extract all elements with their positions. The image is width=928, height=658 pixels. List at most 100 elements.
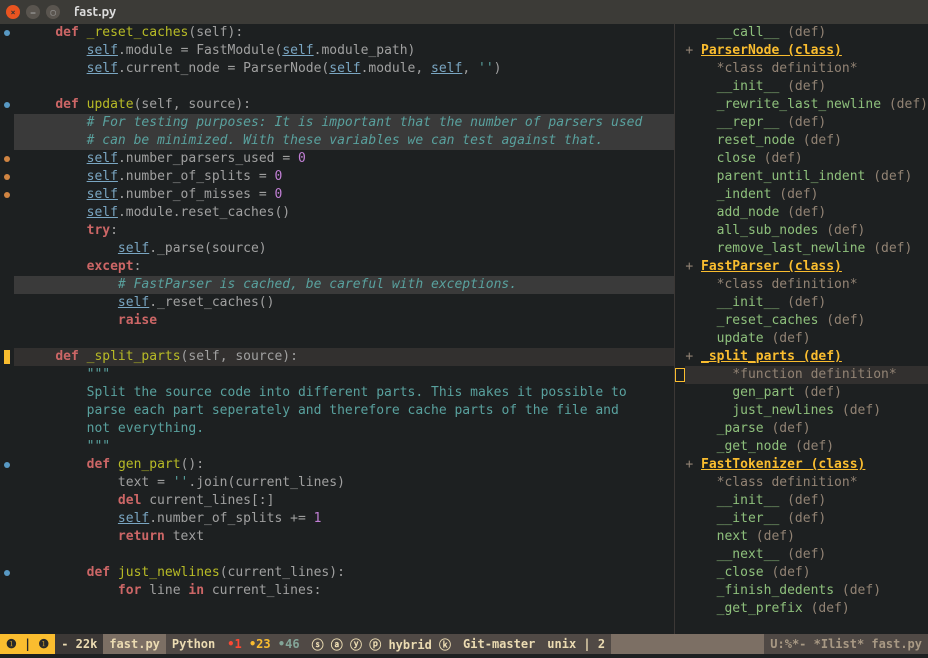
outline-gutter-mark [675,204,685,222]
outline-item[interactable]: close (def) [685,150,928,168]
code-line[interactable]: def update(self, source): [14,96,674,114]
outline-item[interactable]: _get_prefix (def) [685,600,928,618]
outline-header[interactable]: + _split_parts (def) [685,348,928,366]
code-line[interactable]: self.current_node = ParserNode(self.modu… [14,60,674,78]
code-line[interactable]: """ [14,438,674,456]
outline-item[interactable]: all_sub_nodes (def) [685,222,928,240]
minibuffer[interactable] [0,654,928,658]
code-line[interactable]: Split the source code into different par… [14,384,674,402]
gutter-mark [0,348,14,366]
gutter-mark [0,564,14,582]
outline-item[interactable]: __init__ (def) [685,294,928,312]
gutter-mark [0,42,14,60]
status-warnings[interactable]: ❶ | ❶ [0,634,55,654]
outline-item[interactable]: __init__ (def) [685,492,928,510]
outline-gutter-mark [675,528,685,546]
code-line[interactable]: def _reset_caches(self): [14,24,674,42]
code-line[interactable]: not everything. [14,420,674,438]
outline-item[interactable]: *class definition* [685,60,928,78]
code-line[interactable]: del current_lines[:] [14,492,674,510]
outline-item[interactable]: __call__ (def) [685,24,928,42]
code-line[interactable]: self.number_of_splits = 0 [14,168,674,186]
gutter-mark [0,510,14,528]
outline-gutter-mark [675,600,685,618]
code-line[interactable]: text = ''.join(current_lines) [14,474,674,492]
code-line[interactable] [14,330,674,348]
gutter-mark [0,96,14,114]
outline-item[interactable]: just_newlines (def) [685,402,928,420]
code-line[interactable]: self.number_of_splits += 1 [14,510,674,528]
outline-item[interactable]: gen_part (def) [685,384,928,402]
code-text-area[interactable]: def _reset_caches(self): self.module = F… [14,24,674,634]
code-line[interactable]: # FastParser is cached, be careful with … [14,276,674,294]
gutter-mark [0,492,14,510]
status-bar: ❶ | ❶ - 22k fast.py Python •1 •23 •46 ⓢ … [0,634,928,654]
outline-item[interactable]: _reset_caches (def) [685,312,928,330]
code-line[interactable]: def just_newlines(current_lines): [14,564,674,582]
code-line[interactable]: # can be minimized. With these variables… [14,132,674,150]
outline-gutter-mark [675,456,685,474]
outline-item[interactable]: _rewrite_last_newline (def) [685,96,928,114]
code-line[interactable]: self.module = FastModule(self.module_pat… [14,42,674,60]
outline-item[interactable]: *class definition* [685,276,928,294]
outline-item[interactable]: _close (def) [685,564,928,582]
code-line[interactable]: self._reset_caches() [14,294,674,312]
code-line[interactable]: except: [14,258,674,276]
code-line[interactable]: self.module.reset_caches() [14,204,674,222]
outline-item[interactable]: _parse (def) [685,420,928,438]
status-encoding: unix | 2 [541,634,611,654]
window-maximize-button[interactable]: ▢ [46,5,60,19]
outline-gutter-mark [675,420,685,438]
code-line[interactable]: def gen_part(): [14,456,674,474]
gutter-mark [0,546,14,564]
gutter-mark [0,366,14,384]
outline-item[interactable]: add_node (def) [685,204,928,222]
code-line[interactable] [14,546,674,564]
outline-gutter-mark [675,384,685,402]
code-line[interactable]: """ [14,366,674,384]
outline-item[interactable]: _indent (def) [685,186,928,204]
outline-gutter-mark [675,402,685,420]
gutter-mark [0,168,14,186]
code-line[interactable]: for line in current_lines: [14,582,674,600]
code-line[interactable]: # For testing purposes: It is important … [14,114,674,132]
gutter-mark [0,474,14,492]
outline-item[interactable]: __iter__ (def) [685,510,928,528]
outline-header[interactable]: + FastTokenizer (class) [685,456,928,474]
outline-item[interactable]: *function definition* [685,366,928,384]
outline-item[interactable]: next (def) [685,528,928,546]
code-line[interactable]: parse each part seperately and therefore… [14,402,674,420]
code-line[interactable]: self.number_of_misses = 0 [14,186,674,204]
code-line[interactable]: raise [14,312,674,330]
code-line[interactable]: self._parse(source) [14,240,674,258]
outline-item[interactable]: __init__ (def) [685,78,928,96]
gutter-mark [0,330,14,348]
code-line[interactable] [14,78,674,96]
outline-gutter-mark [675,474,685,492]
outline-item[interactable]: _finish_dedents (def) [685,582,928,600]
code-line[interactable]: def _split_parts(self, source): [14,348,674,366]
outline-item[interactable]: update (def) [685,330,928,348]
outline-header[interactable]: + ParserNode (class) [685,42,928,60]
status-size: - 22k [55,634,103,654]
outline-list[interactable]: __call__ (def)+ ParserNode (class) *clas… [685,24,928,634]
outline-pane[interactable]: __call__ (def)+ ParserNode (class) *clas… [674,24,928,634]
outline-item[interactable]: *class definition* [685,474,928,492]
code-line[interactable]: return text [14,528,674,546]
outline-item[interactable]: _get_node (def) [685,438,928,456]
outline-item[interactable]: remove_last_newline (def) [685,240,928,258]
gutter-mark [0,60,14,78]
window-minimize-button[interactable]: – [26,5,40,19]
gutter-mark [0,276,14,294]
code-line[interactable]: try: [14,222,674,240]
outline-gutter-mark [675,222,685,240]
outline-item[interactable]: reset_node (def) [685,132,928,150]
outline-item[interactable]: __next__ (def) [685,546,928,564]
main-code-pane[interactable]: def _reset_caches(self): self.module = F… [0,24,674,634]
window-close-button[interactable]: × [6,5,20,19]
code-gutter [0,24,14,634]
outline-item[interactable]: __repr__ (def) [685,114,928,132]
code-line[interactable]: self.number_parsers_used = 0 [14,150,674,168]
outline-item[interactable]: parent_until_indent (def) [685,168,928,186]
outline-header[interactable]: + FastParser (class) [685,258,928,276]
